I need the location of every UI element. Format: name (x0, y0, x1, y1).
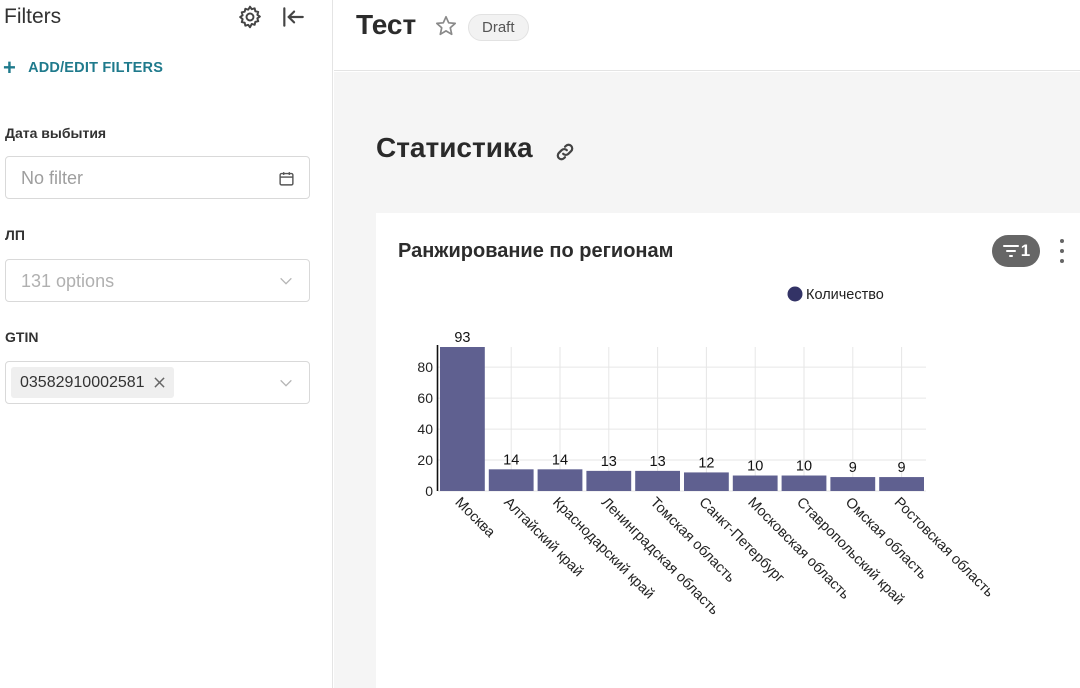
filter-label-gtin: GTIN (5, 329, 39, 345)
bar-chart: 02040608093Москва14Алтайский край14Красн… (417, 286, 997, 618)
bar-value-label: 13 (650, 454, 666, 470)
bar (537, 469, 583, 491)
add-edit-filters-label: ADD/EDIT FILTERS (28, 60, 164, 76)
chevron-down-icon (277, 272, 295, 290)
gear-icon[interactable] (236, 3, 264, 31)
legend-marker (787, 286, 803, 302)
remove-tag-icon[interactable] (153, 376, 167, 390)
calendar-icon (277, 169, 295, 187)
plus-icon: + (3, 55, 17, 80)
dashboard-header: Тест Draft (334, 0, 1080, 71)
gtin-tag: 03582910002581 (11, 367, 174, 398)
favorite-star-icon[interactable] (434, 14, 458, 38)
bar-value-label: 12 (698, 455, 714, 471)
bar (830, 477, 876, 491)
bar (781, 475, 827, 491)
chevron-down-icon (277, 374, 295, 392)
collapse-sidebar-icon[interactable] (279, 3, 307, 31)
bar-value-label: 13 (601, 454, 617, 470)
y-tick-label: 80 (417, 359, 433, 375)
lp-filter-select[interactable]: 131 options (5, 259, 310, 302)
y-tick-label: 20 (417, 452, 433, 468)
lp-filter-placeholder: 131 options (21, 271, 115, 291)
x-tick-label: Москва (452, 495, 499, 542)
bar-value-label: 9 (849, 460, 857, 476)
bar (732, 475, 778, 491)
bar-value-label: 10 (796, 459, 812, 475)
y-tick-label: 60 (417, 390, 433, 406)
bar-value-label: 14 (552, 452, 568, 468)
bar-value-label: 93 (454, 330, 470, 346)
bar (635, 470, 680, 491)
dashboard-title[interactable]: Тест (356, 9, 416, 41)
add-edit-filters-button[interactable]: + ADD/EDIT FILTERS (3, 55, 164, 80)
y-tick-label: 0 (425, 483, 433, 499)
gtin-tag-label: 03582910002581 (20, 373, 145, 391)
x-tick-label: Омская область (842, 495, 930, 583)
date-filter-input[interactable]: No filter (5, 156, 310, 199)
status-badge: Draft (468, 14, 529, 41)
sidebar-title: Filters (4, 5, 62, 28)
x-tick-label: Санкт-Петербург (696, 495, 788, 587)
bar (879, 477, 924, 491)
bar (488, 469, 534, 491)
section-title: Статистика (376, 132, 533, 163)
bar (684, 472, 729, 491)
bar-value-label: 10 (747, 459, 763, 475)
bar-value-label: 9 (898, 460, 906, 476)
bar (440, 347, 485, 491)
chart-card: Ранжирование по регионам 1 0 20 40 60 80 93 Мо… (376, 213, 1080, 688)
bar (586, 470, 632, 491)
date-filter-placeholder: No filter (21, 168, 84, 188)
dashboard-canvas: Статистика Ранжирование по регионам 1 02… (334, 72, 1080, 688)
link-icon[interactable] (554, 141, 578, 165)
filters-sidebar: Filters + ADD/EDIT FILTERS Дата выбытия … (0, 0, 333, 688)
y-tick-label: 40 (417, 421, 433, 437)
bar-value-label: 14 (503, 452, 519, 468)
x-tick-label: Томская область (647, 495, 738, 586)
legend-label: Количество (806, 287, 884, 303)
filter-label-lp: ЛП (5, 227, 25, 243)
gtin-filter-select[interactable]: 03582910002581 (5, 361, 310, 404)
filter-label-date: Дата выбытия (5, 125, 107, 141)
